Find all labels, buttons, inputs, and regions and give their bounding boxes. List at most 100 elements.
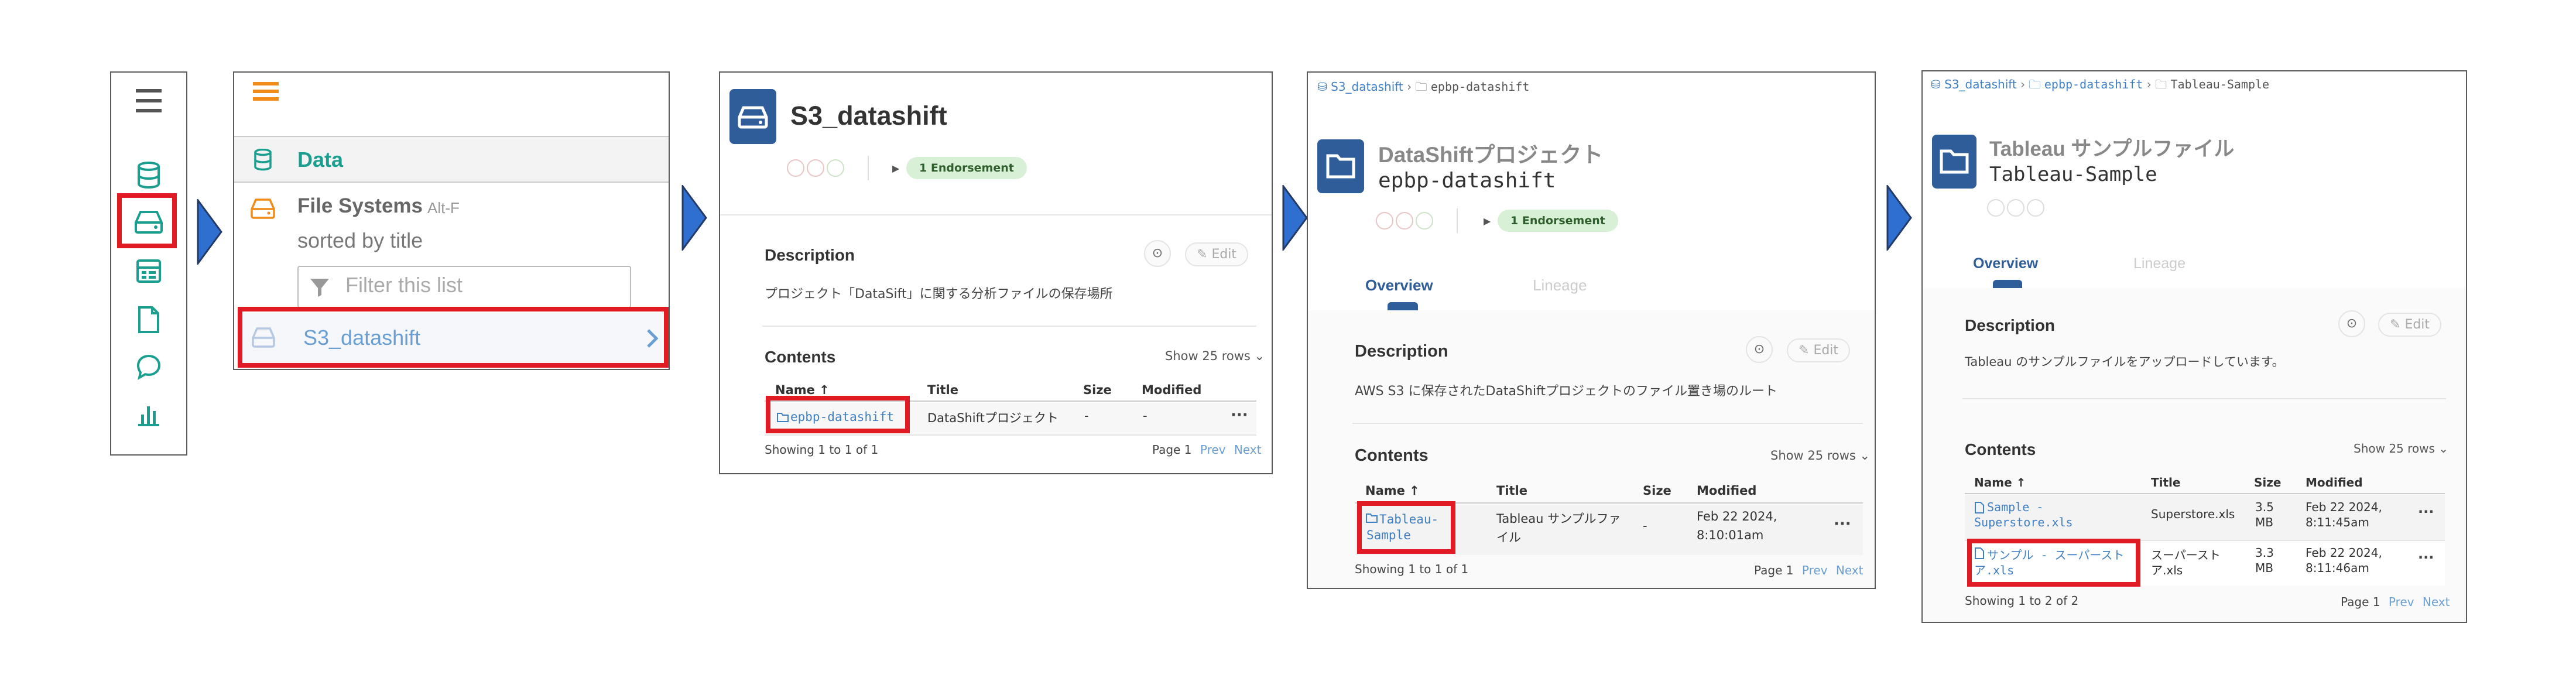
drive-icon: ⛁	[1317, 80, 1327, 94]
show-rows-select[interactable]: Show 25 rows ⌄	[1165, 349, 1265, 363]
column-name[interactable]: Name ↑	[1365, 484, 1420, 498]
more-icon[interactable]: ···	[1231, 406, 1248, 424]
description-text: Tableau のサンプルファイルをアップロードしています。	[1965, 355, 2284, 369]
divider	[765, 434, 1256, 436]
contents-heading: Contents	[1965, 440, 2036, 458]
column-name[interactable]: Name ↑	[775, 383, 830, 397]
row-modified: -	[1143, 409, 1147, 423]
show-rows-select[interactable]: Show 25 rows ⌄	[1770, 449, 1870, 463]
s3-item-highlight	[238, 307, 669, 368]
tab-overview[interactable]: Overview	[1973, 255, 2038, 272]
history-button[interactable]: ⊙	[1144, 240, 1171, 267]
row-name-link-line2[interactable]: Superstore.xls	[1974, 515, 2073, 529]
column-modified[interactable]: Modified	[2306, 475, 2363, 489]
expand-icon[interactable]: ▶	[1484, 215, 1491, 227]
divider	[1457, 208, 1458, 233]
row-modified-line1: Feb 22 2024,	[2306, 500, 2382, 514]
more-icon[interactable]: ···	[2418, 504, 2434, 520]
breadcrumb: ⛁ S3_datashift › 🗀 epbp-datashift › 🗀 Ta…	[1931, 77, 2270, 91]
more-icon[interactable]: ···	[2418, 549, 2434, 566]
contents-heading: Contents	[765, 348, 836, 366]
column-size[interactable]: Size	[1083, 383, 1112, 397]
breadcrumb-s3[interactable]: S3_datashift	[1331, 80, 1403, 94]
pagination: Page 1 Prev Next	[1152, 443, 1261, 457]
folder-icon: 🗀	[1415, 80, 1427, 94]
history-button[interactable]: ⊙	[2338, 310, 2365, 337]
table-icon[interactable]	[136, 259, 162, 283]
document-icon[interactable]	[137, 306, 160, 334]
endorsement-badge[interactable]: 1 Endorsement	[1498, 210, 1618, 232]
prev-button[interactable]: Prev	[1200, 443, 1226, 457]
database-icon	[253, 148, 273, 171]
next-button[interactable]: Next	[1836, 563, 1864, 577]
row-size-line1: 3.5	[2255, 500, 2274, 514]
divider	[762, 326, 1256, 327]
more-icon[interactable]: ···	[1834, 515, 1851, 533]
divider	[1965, 493, 2445, 494]
rating-circles[interactable]	[1376, 212, 1436, 232]
row-title-line1: Tableau サンプルファ	[1496, 512, 1621, 526]
menu-icon[interactable]	[133, 87, 164, 115]
breadcrumb-s3[interactable]: S3_datashift	[1944, 77, 2017, 91]
tab-lineage[interactable]: Lineage	[2133, 255, 2186, 272]
edit-button[interactable]: ✎ Edit	[1787, 338, 1851, 362]
column-size[interactable]: Size	[2254, 475, 2281, 489]
row-title-line1: スーパースト	[2151, 548, 2221, 562]
step-arrow-icon	[1282, 183, 1308, 253]
next-button[interactable]: Next	[1234, 443, 1262, 457]
column-title[interactable]: Title	[1496, 484, 1527, 498]
step-arrow-icon	[681, 183, 707, 253]
contents-heading: Contents	[1355, 446, 1429, 465]
tab-overview[interactable]: Overview	[1365, 276, 1433, 295]
row-size-line2: MB	[2255, 515, 2273, 529]
tab-lineage[interactable]: Lineage	[1533, 276, 1587, 295]
divider	[868, 156, 869, 180]
column-name[interactable]: Name ↑	[1974, 475, 2026, 489]
column-title[interactable]: Title	[2151, 475, 2180, 489]
row-modified-line2: 8:11:45am	[2306, 515, 2369, 529]
chart-icon[interactable]	[136, 402, 162, 427]
step-arrow-icon	[197, 197, 222, 267]
expand-icon[interactable]: ▶	[892, 163, 899, 174]
column-modified[interactable]: Modified	[1697, 484, 1756, 498]
rating-circles[interactable]	[787, 159, 847, 179]
next-button[interactable]: Next	[2423, 595, 2450, 609]
edit-button[interactable]: ✎ Edit	[1185, 242, 1249, 266]
history-button[interactable]: ⊙	[1746, 336, 1773, 363]
row-size: -	[1084, 409, 1089, 423]
description-text: AWS S3 に保存されたDataShiftプロジェクトのファイル置き場のルート	[1355, 384, 1778, 399]
drive-icon-highlight	[117, 193, 177, 248]
hamburger-icon[interactable]	[252, 80, 281, 103]
description-heading: Description	[1355, 342, 1448, 361]
row-title: DataShiftプロジェクト	[927, 411, 1059, 425]
column-size[interactable]: Size	[1643, 484, 1671, 498]
database-icon[interactable]	[136, 162, 162, 189]
file-systems-label: File Systems	[297, 194, 423, 217]
prev-button[interactable]: Prev	[2389, 595, 2414, 609]
rating-circles[interactable]	[1987, 199, 2047, 219]
row-modified-line1: Feb 22 2024,	[1697, 509, 1777, 523]
drive-icon	[729, 89, 776, 144]
folder-icon: 🗀	[2029, 77, 2041, 91]
divider	[720, 214, 1272, 215]
row-name-link[interactable]: Sample -	[1987, 500, 2043, 514]
chat-icon[interactable]	[136, 354, 162, 381]
column-title[interactable]: Title	[927, 383, 958, 397]
page-label: Page 1	[2341, 595, 2380, 609]
column-modified[interactable]: Modified	[1142, 383, 1201, 397]
folder-icon	[1932, 135, 1976, 189]
row-name-highlight	[1357, 501, 1455, 554]
divider	[1352, 423, 1863, 424]
row-size: -	[1643, 519, 1647, 533]
row-modified-line1: Feb 22 2024,	[2306, 546, 2382, 560]
prev-button[interactable]: Prev	[1802, 563, 1828, 577]
tab-overview-indicator	[1388, 302, 1418, 310]
page-title: S3_datashift	[790, 101, 947, 131]
endorsement-badge[interactable]: 1 Endorsement	[906, 157, 1027, 179]
showing-text: Showing 1 to 1 of 1	[1355, 562, 1469, 576]
breadcrumb-epbp[interactable]: epbp-datashift	[2044, 77, 2143, 91]
page-title: Tableau サンプルファイル	[1989, 138, 2235, 160]
edit-button[interactable]: ✎ Edit	[2378, 313, 2442, 337]
show-rows-select[interactable]: Show 25 rows ⌄	[2354, 441, 2448, 456]
row-title-line2: ア.xls	[2151, 563, 2183, 577]
